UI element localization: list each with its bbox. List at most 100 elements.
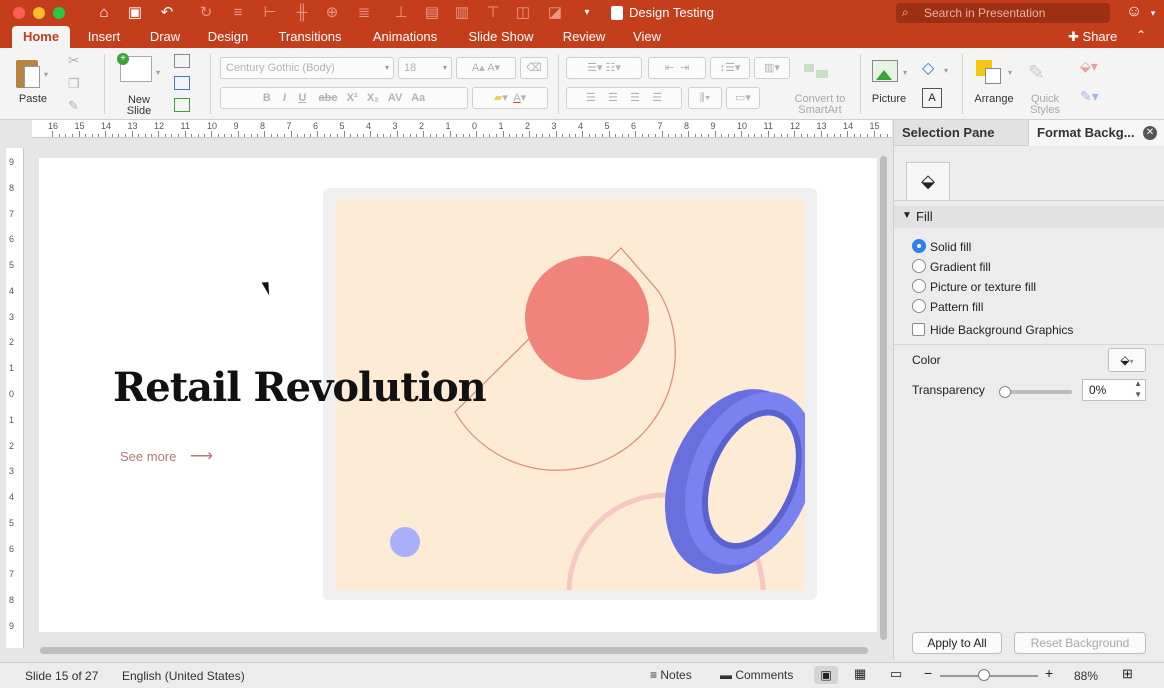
close-window-button[interactable] — [13, 7, 25, 19]
tab-draw[interactable]: Draw — [142, 26, 188, 48]
font-grow-shrink-group[interactable]: A▴ A▾ — [456, 57, 516, 79]
tab-animations[interactable]: Animations — [364, 26, 446, 48]
horizontal-scrollbar[interactable] — [40, 647, 868, 654]
slide[interactable]: Retail Revolution See more ⟶ — [39, 158, 877, 632]
transparency-input[interactable]: 0% ▲ ▼ — [1082, 379, 1146, 401]
collapse-ribbon-icon[interactable]: ⌃ — [1136, 28, 1146, 42]
strikethrough-icon[interactable]: abc — [319, 92, 338, 104]
underline-icon[interactable]: U — [298, 92, 306, 104]
slide-sorter-icon[interactable]: ▦ — [854, 666, 866, 682]
fill-tab-icon[interactable]: ⬙ — [906, 162, 950, 200]
quick-styles-icon[interactable]: ✎ — [1028, 60, 1062, 86]
increase-font-icon[interactable]: A▴ — [472, 62, 485, 74]
color-picker-button[interactable]: ⬙▾ — [1108, 348, 1146, 372]
solid-fill-radio[interactable] — [912, 239, 926, 253]
align-center-text-icon[interactable]: ☰ — [608, 92, 618, 104]
zoom-in-icon[interactable]: + — [1045, 665, 1053, 681]
shapes-icon[interactable]: ◇ — [922, 58, 934, 78]
fit-to-window-icon[interactable]: ⊞ — [1122, 666, 1133, 682]
shape-fill-icon[interactable]: ⬙▾ — [1080, 58, 1098, 75]
align-center-icon[interactable]: ╫ — [293, 4, 311, 22]
hide-bg-checkbox[interactable] — [912, 323, 925, 336]
zoom-level[interactable]: 88% — [1074, 669, 1098, 683]
new-slide-icon[interactable]: + — [117, 53, 152, 82]
tab-review[interactable]: Review — [556, 26, 612, 48]
search-box[interactable]: ⌕ Search in Presentation — [896, 3, 1110, 23]
tab-format-background[interactable]: Format Backg... ✕ — [1028, 120, 1164, 146]
tab-selection-pane[interactable]: Selection Pane — [902, 125, 994, 140]
decrease-font-icon[interactable]: A▾ — [487, 62, 500, 74]
smiley-feedback-icon[interactable]: ☺ — [1125, 3, 1143, 21]
italic-icon[interactable]: I — [283, 92, 286, 104]
redo-icon[interactable]: ↻ — [197, 4, 215, 22]
transparency-slider-track[interactable] — [1002, 390, 1072, 394]
paste-dropdown-icon[interactable]: ▾ — [44, 70, 48, 79]
clear-formatting-icon[interactable]: ⌫ — [520, 57, 548, 79]
home-icon[interactable]: ⌂ — [95, 4, 113, 22]
fill-section-header[interactable]: ▼ Fill — [894, 206, 1164, 228]
bold-icon[interactable]: B — [263, 92, 271, 104]
cut-icon[interactable]: ✂ — [68, 52, 80, 69]
increase-indent-icon[interactable]: ⇥ — [680, 62, 689, 74]
section-icon[interactable] — [174, 98, 190, 112]
alignment-group[interactable]: ☰ ☰ ☰ ☰ — [566, 87, 682, 109]
arrange-dropdown-icon[interactable]: ▾ — [1008, 68, 1012, 77]
zoom-slider-thumb[interactable] — [978, 669, 990, 681]
shape-outline-icon[interactable]: ✎▾ — [1080, 88, 1099, 105]
rotate-icon[interactable]: ◪ — [546, 4, 564, 22]
bullets-icon[interactable]: ☰▾ — [587, 62, 602, 74]
line-spacing-icon[interactable]: ↕☰▾ — [710, 57, 750, 79]
distribute-icon[interactable]: ≣ — [355, 4, 373, 22]
tab-slide-show[interactable]: Slide Show — [458, 26, 544, 48]
list-group[interactable]: ☰▾ ☷▾ — [566, 57, 642, 79]
text-box-icon[interactable]: A — [922, 88, 942, 108]
align-middle-icon[interactable]: ⊕ — [323, 4, 341, 22]
gradient-fill-radio[interactable] — [912, 259, 926, 273]
text-direction-icon[interactable]: ⫼▾ — [688, 87, 722, 109]
change-case-icon[interactable]: Aa — [411, 92, 425, 104]
align-right-text-icon[interactable]: ☰ — [630, 92, 640, 104]
send-backward-icon[interactable]: ◫ — [514, 4, 532, 22]
share-button[interactable]: ✚ Share — [1068, 29, 1117, 45]
zoom-out-icon[interactable]: − — [924, 665, 932, 681]
columns-icon[interactable]: ▥▾ — [754, 57, 790, 79]
color-group[interactable]: ▰▾ A▾ — [472, 87, 548, 109]
tab-transitions[interactable]: Transitions — [268, 26, 352, 48]
shapes-dropdown-icon[interactable]: ▾ — [944, 66, 948, 75]
tab-home[interactable]: Home — [12, 26, 70, 48]
see-more-link[interactable]: See more ⟶ — [120, 446, 213, 466]
normal-view-icon[interactable]: ▣ — [814, 666, 838, 684]
language-indicator[interactable]: English (United States) — [122, 669, 245, 683]
align-left-text-icon[interactable]: ☰ — [586, 92, 596, 104]
align-left-icon[interactable]: ⊢ — [261, 4, 279, 22]
tab-design[interactable]: Design — [200, 26, 256, 48]
align-bottom-icon[interactable]: ⊥ — [392, 4, 410, 22]
slideshow-view-icon[interactable]: ▭ — [890, 666, 902, 682]
tab-insert[interactable]: Insert — [78, 26, 130, 48]
layout-icon[interactable] — [174, 54, 190, 68]
close-pane-icon[interactable]: ✕ — [1143, 126, 1157, 140]
vertical-scrollbar[interactable] — [880, 156, 887, 640]
save-icon[interactable]: ▣ — [126, 4, 144, 22]
text-style-group[interactable]: B I U abc X² X₂ AV Aa — [220, 87, 468, 109]
ungroup-icon[interactable]: ▥ — [453, 4, 471, 22]
feedback-dropdown-icon[interactable]: ▾ — [1144, 4, 1162, 22]
tab-view[interactable]: View — [624, 26, 670, 48]
paste-icon[interactable] — [14, 56, 44, 90]
align-top-icon[interactable]: ≡ — [229, 4, 247, 22]
indent-group[interactable]: ⇤ ⇥ — [648, 57, 706, 79]
reset-background-button[interactable]: Reset Background — [1014, 632, 1146, 654]
minimize-window-button[interactable] — [33, 7, 45, 19]
decrease-indent-icon[interactable]: ⇤ — [665, 62, 674, 74]
reset-slide-icon[interactable] — [174, 76, 190, 90]
bring-forward-icon[interactable]: ⊤ — [484, 4, 502, 22]
subscript-icon[interactable]: X₂ — [367, 92, 379, 104]
arrange-icon[interactable] — [976, 58, 1002, 84]
justify-icon[interactable]: ☰ — [652, 92, 662, 104]
copy-icon[interactable]: ❐ — [68, 76, 80, 92]
customize-toolbar-icon[interactable]: ▾ — [578, 4, 596, 22]
zoom-window-button[interactable] — [53, 7, 65, 19]
align-text-icon[interactable]: ▭▾ — [726, 87, 760, 109]
font-size-select[interactable]: 18 ▾ — [398, 57, 452, 79]
picture-fill-radio[interactable] — [912, 279, 926, 293]
